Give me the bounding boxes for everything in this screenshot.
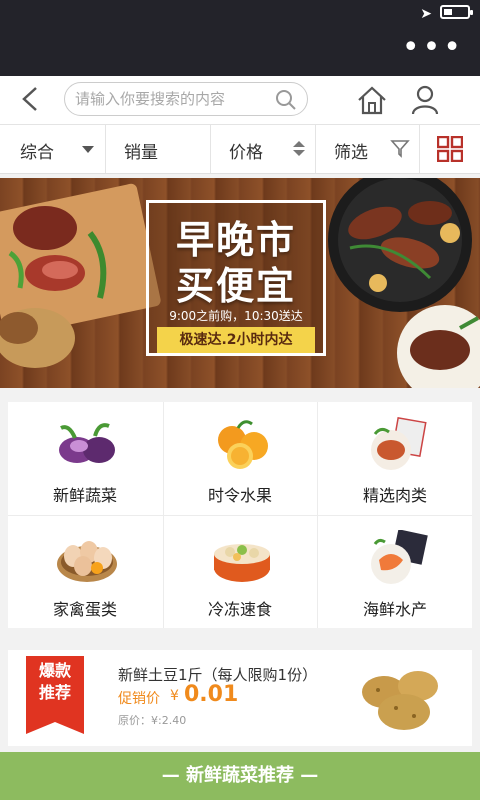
banner-delivery-tag: 极速达.2小时内达 xyxy=(157,327,315,353)
sale-price-label: 促销价 xyxy=(118,691,160,707)
filter-bar: 综合 销量 价格 筛选 xyxy=(0,125,480,174)
promo-product-card[interactable]: 爆款 推荐 新鲜土豆1斤（每人限购1份） 促销价 ¥ 0.01 原价：¥:2.4… xyxy=(8,650,472,746)
sort-down-icon xyxy=(293,150,305,156)
banner-frame: 早晚市 买便宜 9:00之前购，10:30送达 极速达.2小时内达 xyxy=(146,200,326,356)
filter-label: 综合 xyxy=(20,143,54,163)
category-vegetables[interactable]: 新鲜蔬菜 xyxy=(8,402,162,515)
chevron-down-icon xyxy=(82,146,94,153)
category-fruit[interactable]: 时令水果 xyxy=(163,402,317,515)
sale-price: 0.01 xyxy=(184,682,239,707)
category-seafood[interactable]: 海鲜水产 xyxy=(318,516,472,629)
more-options-icon[interactable]: ••• xyxy=(402,33,464,63)
funnel-icon xyxy=(390,140,410,158)
location-arrow-icon: ➤ xyxy=(420,6,432,22)
category-grid: 新鲜蔬菜 时令水果 精选肉类 家禽蛋类 冷冻速食 海鲜水产 xyxy=(8,402,472,628)
category-label: 精选肉类 xyxy=(362,486,427,505)
status-bar: ➤ ••• xyxy=(0,0,480,76)
search-header xyxy=(0,76,480,125)
search-input[interactable] xyxy=(75,89,271,109)
filter-label: 销量 xyxy=(124,143,158,163)
filter-label: 筛选 xyxy=(334,143,368,163)
back-arrow-icon[interactable] xyxy=(16,84,46,114)
eggs-icon xyxy=(57,541,117,582)
vegetables-icon xyxy=(59,423,115,463)
category-label: 海鲜水产 xyxy=(362,600,427,619)
category-frozen-food[interactable]: 冷冻速食 xyxy=(163,516,317,629)
grid-view-button[interactable] xyxy=(420,125,480,173)
seafood-icon xyxy=(371,530,428,584)
frozen-food-icon xyxy=(214,544,270,582)
filter-price[interactable]: 价格 xyxy=(211,125,316,173)
filter-screen[interactable]: 筛选 xyxy=(316,125,420,173)
hot-recommend-ribbon: 爆款 推荐 xyxy=(26,656,84,734)
category-label: 新鲜蔬菜 xyxy=(52,486,117,505)
filter-sales[interactable]: 销量 xyxy=(106,125,211,173)
original-price: 原价：¥:2.40 xyxy=(118,714,187,727)
meat-icon xyxy=(371,416,427,470)
section-header-fresh-vegetables[interactable]: — 新鲜蔬菜推荐 — xyxy=(0,752,480,800)
search-icon[interactable] xyxy=(275,89,297,111)
banner-title-2: 买便宜 xyxy=(175,264,296,308)
promo-banner[interactable]: 早晚市 买便宜 9:00之前购，10:30送达 极速达.2小时内达 xyxy=(0,178,480,388)
currency-symbol: ¥ xyxy=(170,688,179,704)
user-icon[interactable] xyxy=(410,84,440,116)
sort-up-icon xyxy=(293,141,305,147)
category-label: 冷冻速食 xyxy=(207,600,272,619)
filter-label: 价格 xyxy=(229,143,263,163)
battery-icon xyxy=(440,5,473,19)
ribbon-line-1: 爆款 xyxy=(38,661,71,680)
grid-view-icon xyxy=(437,136,463,162)
category-meat[interactable]: 精选肉类 xyxy=(318,402,472,515)
category-label: 时令水果 xyxy=(207,486,272,505)
potato-product-image xyxy=(362,671,438,730)
banner-subtitle: 9:00之前购，10:30送达 xyxy=(169,309,303,323)
home-icon[interactable] xyxy=(356,84,388,116)
fruit-icon xyxy=(218,420,268,469)
section-header-label: — 新鲜蔬菜推荐 — xyxy=(161,765,319,786)
category-label: 家禽蛋类 xyxy=(52,600,117,619)
category-eggs[interactable]: 家禽蛋类 xyxy=(8,516,162,629)
filter-comprehensive[interactable]: 综合 xyxy=(0,125,106,173)
ribbon-line-2: 推荐 xyxy=(38,683,71,702)
search-box[interactable] xyxy=(64,82,308,116)
